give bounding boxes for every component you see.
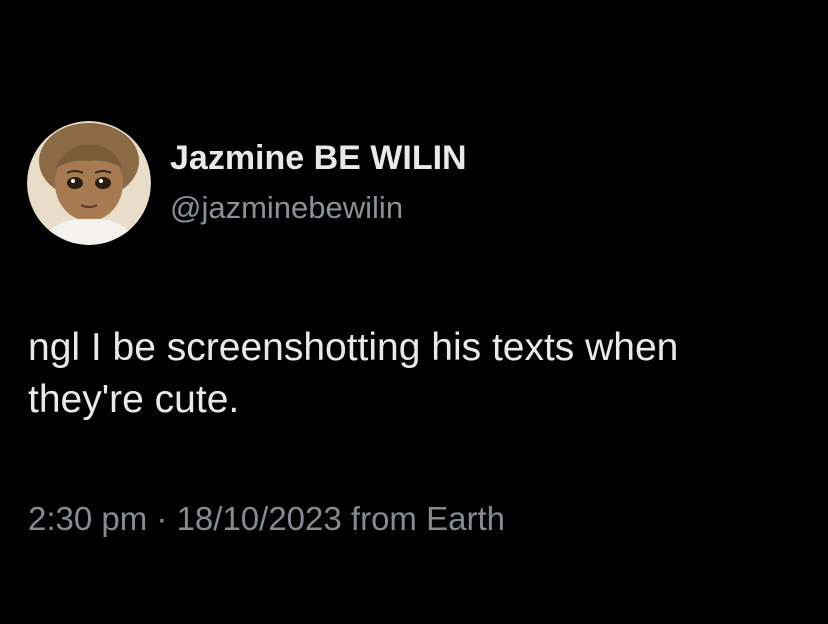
tweet-meta: 2:30 pm · 18/10/2023 from Earth [28, 500, 505, 538]
tweet-time[interactable]: 2:30 pm [28, 500, 147, 537]
cartoon-girl-avatar-icon [27, 121, 151, 245]
tweet-date[interactable]: 18/10/2023 [177, 500, 342, 537]
tweet-card: Jazmine BE WILIN @jazminebewilin ngl I b… [0, 0, 828, 624]
user-handle[interactable]: @jazminebewilin [170, 190, 403, 226]
profile-avatar[interactable] [27, 121, 151, 245]
meta-separator: · [147, 500, 177, 537]
tweet-text-line: ngl I be screenshotting his texts when [28, 326, 679, 369]
display-name[interactable]: Jazmine BE WILIN [170, 139, 467, 178]
tweet-source: from Earth [341, 500, 505, 537]
tweet-text-line: they're cute. [28, 378, 240, 421]
tweet-text: ngl I be screenshotting his texts when t… [28, 322, 818, 426]
